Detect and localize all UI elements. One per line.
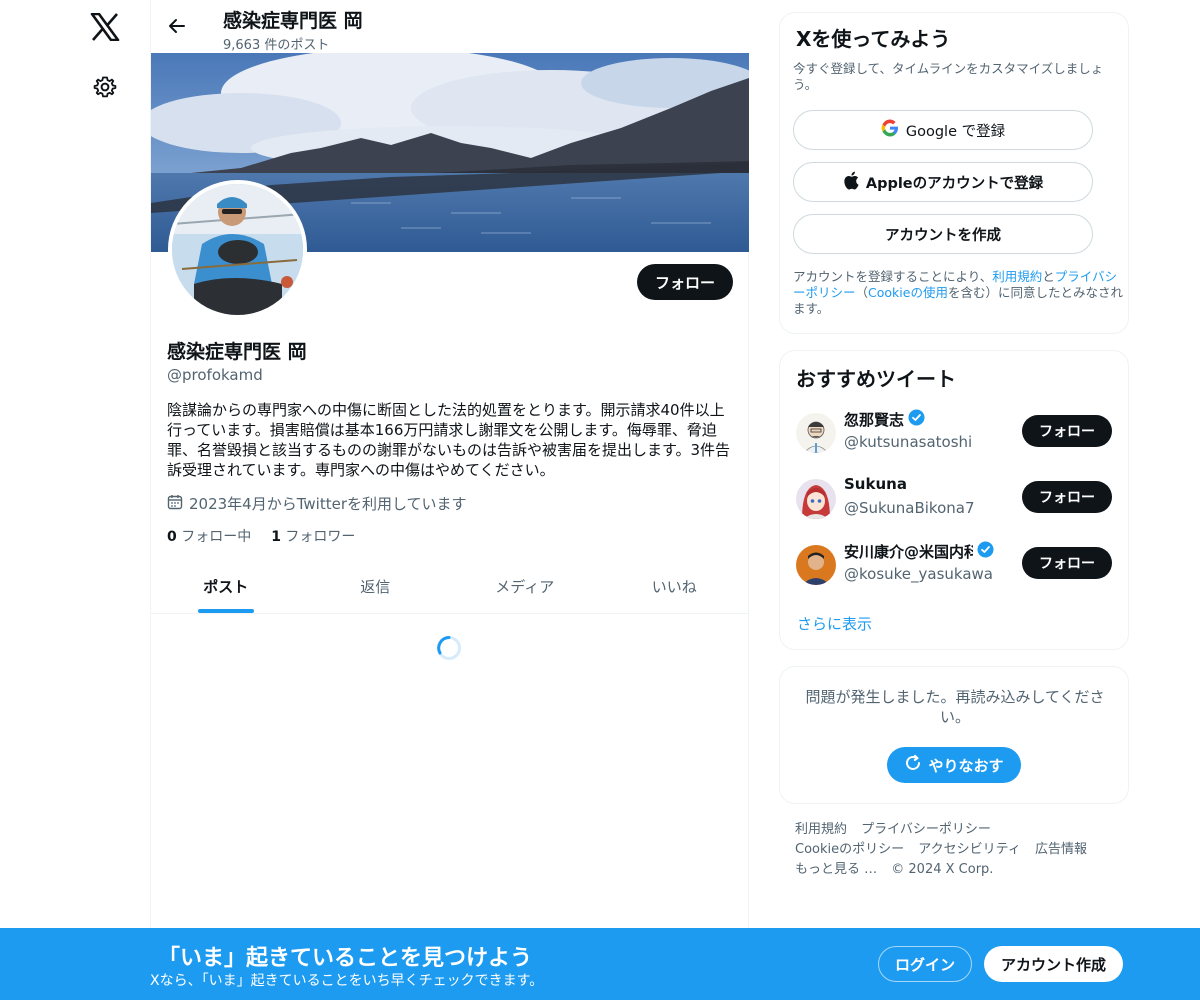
profile-name: 感染症専門医 岡	[167, 341, 307, 363]
recommended-follow-button[interactable]: フォロー	[1022, 415, 1112, 447]
calendar-icon	[167, 494, 183, 514]
recommended-user-name-text: 忽那賢志	[844, 411, 905, 429]
signup-card: Xを使ってみよう 今すぐ登録して、タイムラインをカスタマイズしましょう。 Goo…	[779, 12, 1129, 334]
recommended-user-name: 安川康介@米国内科専	[844, 541, 994, 562]
retry-button[interactable]: やりなおす	[887, 747, 1021, 783]
recommended-user-handle: @kosuke_yasukawa	[844, 565, 993, 583]
footer-links: 利用規約 プライバシーポリシー Cookieのポリシー アクセシビリティ 広告情…	[795, 820, 1125, 880]
signup-banner: 「いま」起きていることを見つけよう Xなら、「いま」起きていることをいち早くチェ…	[0, 928, 1200, 1000]
avatar[interactable]	[796, 545, 836, 585]
signup-description: 今すぐ登録して、タイムラインをカスタマイズしましょう。	[793, 61, 1104, 92]
profile-tabs: ポスト 返信 メディア いいね	[151, 560, 749, 614]
recommended-user-handle: @kutsunasatoshi	[844, 433, 973, 451]
profile-bio: 陰謀論からの専門家への中傷に断固とした法的処置をとります。開示請求40件以上行っ…	[167, 401, 731, 479]
followers-count: 1	[271, 529, 281, 545]
post-count: 9,663 件のポスト	[223, 38, 330, 53]
signup-card-title: Xを使ってみよう	[796, 27, 951, 51]
login-button[interactable]: ログイン	[878, 946, 972, 982]
profile-header: 感染症専門医 岡 9,663 件のポスト	[151, 0, 749, 53]
joined-text: 2023年4月からTwitterを利用しています	[189, 495, 467, 513]
footer-link-terms[interactable]: 利用規約	[795, 822, 847, 837]
avatar[interactable]	[796, 479, 836, 519]
tab-posts[interactable]: ポスト	[151, 560, 301, 613]
refresh-icon	[904, 754, 922, 776]
error-message: 問題が発生しました。再読み込みしてください。	[805, 688, 1105, 726]
recommend-card-title: おすすめツイート	[796, 367, 956, 391]
footer-link-privacy[interactable]: プライバシーポリシー	[861, 822, 991, 837]
recommended-follow-button[interactable]: フォロー	[1022, 481, 1112, 513]
apple-icon	[843, 171, 859, 194]
joined-date: 2023年4月からTwitterを利用しています	[167, 493, 467, 514]
following-label: フォロー中	[181, 529, 252, 545]
follow-button[interactable]: フォロー	[637, 264, 733, 300]
footer-link-cookie[interactable]: Cookieのポリシー	[795, 842, 904, 857]
apple-signup-label: Appleのアカウントで登録	[865, 175, 1044, 192]
recommended-follow-button[interactable]: フォロー	[1022, 547, 1112, 579]
recommended-user-name-text: 安川康介@米国内科専	[844, 543, 973, 561]
page-title: 感染症専門医 岡	[223, 10, 363, 32]
footer-link-more[interactable]: もっと見る …	[795, 862, 877, 877]
signup-banner-subtitle: Xなら、「いま」起きていることをいち早くチェックできます。	[150, 973, 544, 989]
footer-link-accessibility[interactable]: アクセシビリティ	[918, 842, 1021, 857]
verified-badge-icon	[908, 409, 925, 430]
terms-prefix: アカウントを登録することにより、	[793, 269, 993, 284]
terms-and: と	[1042, 269, 1055, 284]
retry-label: やりなおす	[928, 756, 1004, 775]
recommended-user-handle: @SukunaBikona7	[844, 499, 975, 517]
recommended-user[interactable]: Sukuna @SukunaBikona7 フォロー	[796, 473, 1114, 525]
create-account-button[interactable]: アカウントを作成	[793, 214, 1093, 254]
followers-label: フォロワー	[285, 529, 356, 545]
recommended-user-name-text: Sukuna	[844, 475, 907, 493]
following-count: 0	[167, 529, 177, 545]
follow-stats: 0 フォロー中 1 フォロワー	[167, 526, 355, 546]
terms-notice: アカウントを登録することにより、利用規約とプライバシーポリシー（Cookieの使…	[793, 269, 1123, 317]
followers-link[interactable]: 1 フォロワー	[271, 526, 355, 546]
cookie-link[interactable]: Cookieの使用	[868, 285, 948, 300]
loading-spinner-icon	[436, 635, 462, 661]
footer-link-ads[interactable]: 広告情報	[1035, 842, 1087, 857]
gear-icon[interactable]	[90, 72, 120, 102]
google-signup-button[interactable]: Google で登録	[793, 110, 1093, 150]
profile-column: 感染症専門医 岡 9,663 件のポスト フォロー 感染症専門医 岡 @prof…	[150, 0, 749, 1000]
signup-banner-title: 「いま」起きていることを見つけよう	[158, 946, 533, 971]
apple-signup-button[interactable]: Appleのアカウントで登録	[793, 162, 1093, 202]
tab-replies[interactable]: 返信	[301, 560, 451, 613]
error-card: 問題が発生しました。再読み込みしてください。 やりなおす	[779, 666, 1129, 804]
recommended-user-name: 忽那賢志	[844, 409, 994, 430]
tab-likes[interactable]: いいね	[600, 560, 750, 613]
verified-badge-icon	[977, 541, 994, 562]
following-link[interactable]: 0 フォロー中	[167, 526, 251, 546]
profile-avatar[interactable]	[168, 180, 307, 319]
avatar[interactable]	[796, 413, 836, 453]
left-nav	[0, 0, 150, 1000]
x-logo-icon[interactable]	[88, 10, 122, 44]
recommended-user[interactable]: 忽那賢志 @kutsunasatoshi フォロー	[796, 407, 1114, 459]
recommended-users-card: おすすめツイート 忽那賢志 @kutsunasatoshi フォロー Sukun…	[779, 350, 1129, 650]
recommended-user[interactable]: 安川康介@米国内科専 @kosuke_yasukawa フォロー	[796, 539, 1114, 591]
footer-copyright: © 2024 X Corp.	[891, 862, 994, 877]
arrow-left-icon[interactable]	[163, 12, 191, 40]
google-signup-label: Google で登録	[905, 123, 1006, 140]
google-icon	[881, 119, 899, 141]
cookie-open: （	[855, 285, 869, 300]
show-more-link[interactable]: さらに表示	[797, 613, 872, 634]
profile-handle: @profokamd	[167, 366, 263, 384]
tab-media[interactable]: メディア	[450, 560, 600, 613]
recommended-user-name: Sukuna	[844, 475, 994, 493]
terms-link[interactable]: 利用規約	[992, 269, 1042, 284]
signup-button[interactable]: アカウント作成	[984, 946, 1123, 982]
